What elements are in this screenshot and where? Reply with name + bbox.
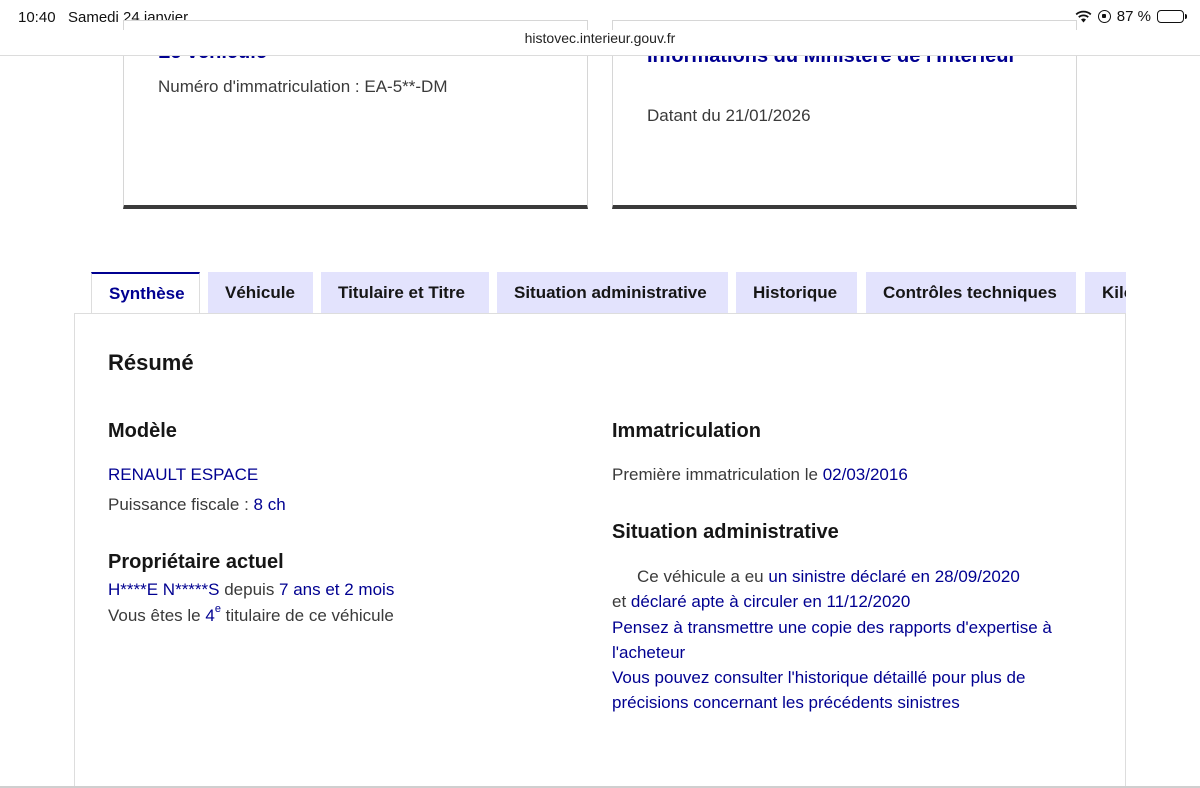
tab-label: Synthèse — [109, 284, 185, 303]
historique-advice-line1: Vous pouvez consulter l'historique détai… — [612, 668, 1026, 687]
tab-label: Titulaire et Titre — [338, 283, 465, 302]
tab-synthese[interactable]: Synthèse — [91, 272, 200, 314]
status-indicators: 87 % — [1075, 8, 1187, 25]
tab-label: Contrôles techniques — [883, 283, 1057, 302]
owner-name: H****E N*****S — [108, 580, 220, 599]
situation-heading: Situation administrative — [612, 521, 839, 543]
expertise-advice-line2: l'acheteur — [612, 643, 686, 662]
tab-titulaire-et-titre[interactable]: Titulaire et Titre — [321, 272, 489, 314]
tab-situation-administrative[interactable]: Situation administrative — [497, 272, 728, 314]
first-registration-date: 02/03/2016 — [822, 465, 908, 484]
url-text: histovec.interieur.gouv.fr — [524, 30, 676, 46]
first-registration: Première immatriculation le 02/03/2016 — [612, 465, 908, 485]
apte-prefix: et — [612, 592, 631, 611]
first-registration-label: Première immatriculation le — [612, 465, 823, 484]
tab-label: Historique — [753, 283, 838, 302]
tab-label: Véhicule — [225, 283, 295, 302]
sinistre-link[interactable]: un sinistre déclaré en 28/09/2020 — [768, 567, 1019, 586]
rank-value: 4e — [205, 603, 221, 625]
battery-icon — [1157, 10, 1187, 23]
depuis-label: depuis — [219, 580, 280, 599]
sinistre-prefix: Ce véhicule a eu — [637, 567, 769, 586]
puissance-fiscale: Puissance fiscale : 8 ch — [108, 495, 286, 515]
apte-link[interactable]: déclaré apte à circuler en 11/12/2020 — [631, 592, 910, 611]
battery-percent: 87 % — [1116, 8, 1151, 25]
puissance-value: 8 ch — [253, 495, 286, 514]
tab-label: Kilométrage — [1102, 283, 1126, 302]
rank-prefix: Vous êtes le — [108, 606, 206, 625]
ownership-duration: 7 ans et 2 mois — [279, 580, 395, 599]
resume-heading: Résumé — [108, 350, 194, 375]
owner-line: H****E N*****S depuis 7 ans et 2 mois — [108, 580, 394, 600]
owner-rank: Vous êtes le 4e titulaire de ce véhicule — [108, 603, 394, 626]
expertise-advice-line1: Pensez à transmettre une copie des rappo… — [612, 618, 1052, 637]
rank-suffix: e — [214, 603, 221, 615]
tab-controles-techniques[interactable]: Contrôles techniques — [866, 272, 1076, 314]
historique-advice-line2: précisions concernant les précédents sin… — [612, 693, 960, 712]
tab-kilometrage[interactable]: Kilométrage — [1085, 272, 1126, 314]
modele-heading: Modèle — [108, 420, 177, 442]
proprietaire-heading: Propriétaire actuel — [108, 551, 284, 573]
rotation-lock-icon — [1097, 10, 1111, 23]
tab-label: Situation administrative — [514, 283, 707, 302]
sinistre-line: Ce véhicule a eu un sinistre déclaré en … — [637, 567, 1020, 587]
status-time: 10:40 — [18, 9, 56, 26]
immatriculation-heading: Immatriculation — [612, 420, 761, 442]
tab-bar: Synthèse Véhicule Titulaire et Titre Sit… — [90, 272, 1126, 314]
tab-historique[interactable]: Historique — [736, 272, 857, 314]
registration-number: Numéro d'immatriculation : EA-5**-DM — [158, 77, 448, 96]
wifi-icon — [1075, 10, 1092, 23]
tab-vehicule[interactable]: Véhicule — [208, 272, 313, 314]
rank-text: titulaire de ce véhicule — [220, 606, 394, 625]
url-bar[interactable]: histovec.interieur.gouv.fr — [0, 30, 1200, 56]
apte-line: et déclaré apte à circuler en 11/12/2020 — [612, 592, 910, 612]
rank-number: 4 — [205, 606, 215, 625]
puissance-label: Puissance fiscale : — [108, 495, 254, 514]
vehicle-model: RENAULT ESPACE — [108, 465, 259, 484]
data-date: Datant du 21/01/2026 — [647, 106, 811, 125]
